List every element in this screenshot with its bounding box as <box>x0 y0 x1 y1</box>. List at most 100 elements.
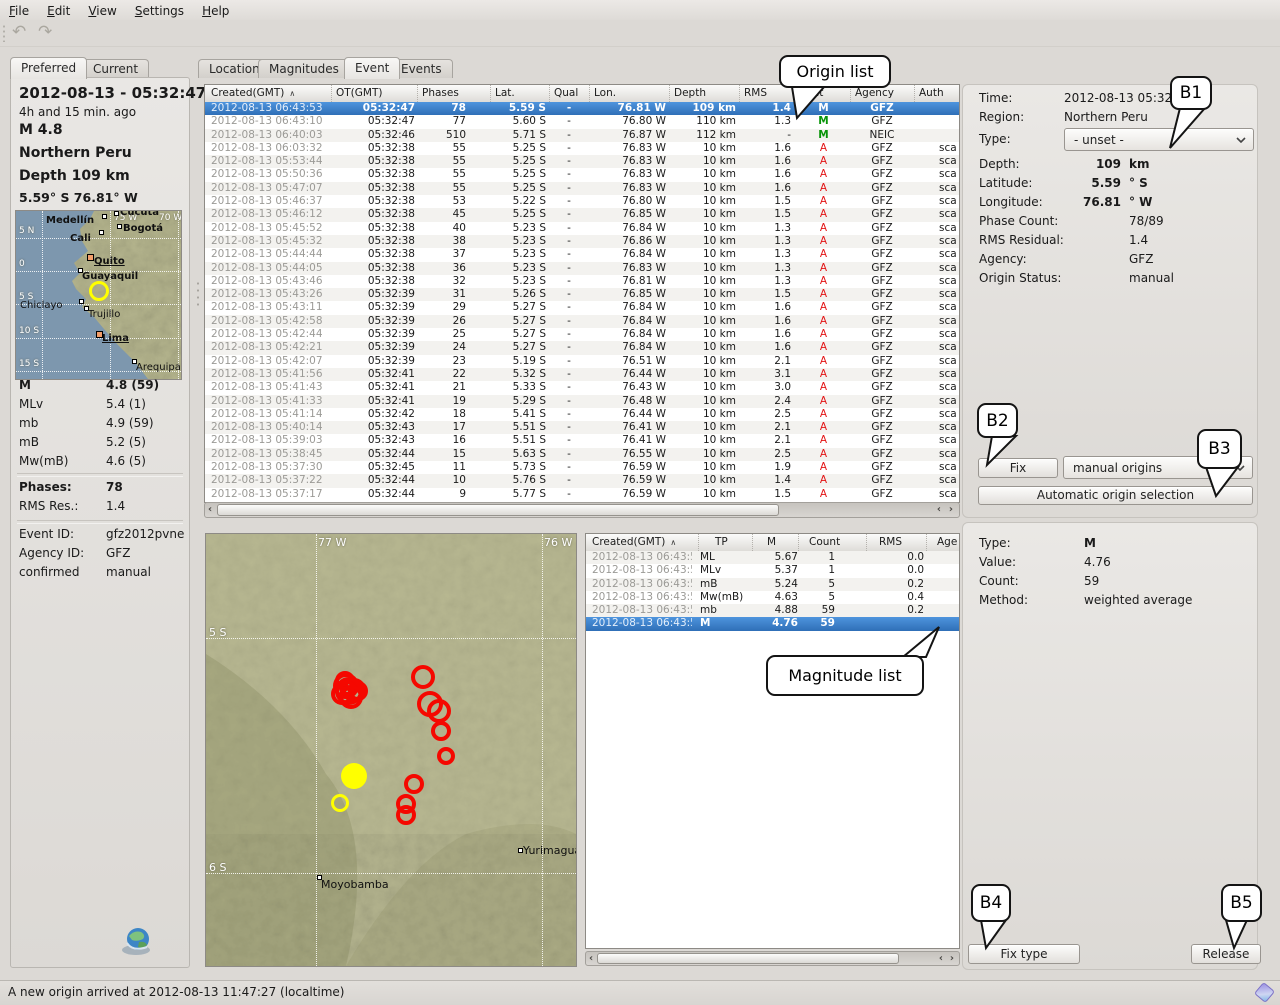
scroll-left-icon[interactable]: ‹ <box>208 505 212 515</box>
scroll-left-icon[interactable]: ‹ <box>939 954 943 964</box>
undo-icon[interactable]: ↶ <box>12 22 26 42</box>
column-header-tp[interactable]: TP <box>698 534 752 551</box>
scroll-right-icon[interactable]: › <box>950 954 954 964</box>
origin-row[interactable]: 2012-08-13 05:45:3205:32:38385.23 S-76.8… <box>205 235 959 248</box>
column-header-depth[interactable]: Depth <box>669 85 739 102</box>
callout-origin-list: Origin list <box>779 55 891 88</box>
tab-event[interactable]: Event <box>344 57 400 79</box>
splitter-handle[interactable] <box>196 280 200 310</box>
origin-row[interactable]: 2012-08-13 05:44:4405:32:38375.23 S-76.8… <box>205 248 959 261</box>
origin-row[interactable]: 2012-08-13 05:38:4505:32:44155.63 S-76.5… <box>205 448 959 461</box>
origin-row[interactable]: 2012-08-13 05:40:1405:32:43175.51 S-76.4… <box>205 421 959 434</box>
origin-row[interactable]: 2012-08-13 05:50:3605:32:38555.25 S-76.8… <box>205 168 959 181</box>
mag-value-label: Value: <box>979 555 1016 569</box>
lon-label: 76 W <box>544 536 572 549</box>
origin-row[interactable]: 2012-08-13 05:39:0305:32:43165.51 S-76.4… <box>205 434 959 447</box>
event-magnitude: M 4.8 <box>19 122 63 138</box>
scroll-right-icon[interactable]: › <box>949 505 953 515</box>
column-header-qual[interactable]: Qual <box>549 85 589 102</box>
magnitude-hscrollbar[interactable]: ‹ ‹ › <box>585 951 960 966</box>
depth-value: 109 <box>1064 157 1121 171</box>
longitude-unit: ° W <box>1129 195 1152 209</box>
origin-row[interactable]: 2012-08-13 05:37:2205:32:44105.76 S-76.5… <box>205 474 959 487</box>
city-marker <box>114 211 119 216</box>
mag-method-label: Method: <box>979 593 1028 607</box>
tab-preferred[interactable]: Preferred <box>10 57 87 79</box>
origin-row[interactable]: 2012-08-13 05:42:2105:32:39245.27 S-76.8… <box>205 341 959 354</box>
origin-row[interactable]: 2012-08-13 05:46:1205:32:38455.25 S-76.8… <box>205 208 959 221</box>
magnitude-row[interactable]: 2012-08-13 06:43:59ML5.6710.0 <box>586 551 959 564</box>
type-dropdown-value: - unset - <box>1074 133 1124 147</box>
column-header-count[interactable]: Count <box>798 534 866 551</box>
origin-row[interactable]: 2012-08-13 05:41:1405:32:42185.41 S-76.4… <box>205 408 959 421</box>
menu-edit[interactable]: Edit <box>38 2 79 20</box>
magnitude-table-header[interactable]: Created(GMT)∧TPMCountRMSAge <box>586 534 959 552</box>
origin-row[interactable]: 2012-08-13 05:37:1705:32:4495.77 S-76.59… <box>205 488 959 501</box>
origin-hscrollbar[interactable]: ‹ ‹ › <box>204 502 960 518</box>
origin-row[interactable]: 2012-08-13 05:43:4605:32:38325.23 S-76.8… <box>205 275 959 288</box>
scroll-left-icon[interactable]: ‹ <box>589 954 593 964</box>
scrollbar-thumb[interactable] <box>217 504 779 516</box>
origin-row[interactable]: 2012-08-13 05:46:3705:32:38535.22 S-76.8… <box>205 195 959 208</box>
origin-row[interactable]: 2012-08-13 05:37:3005:32:45115.73 S-76.5… <box>205 461 959 474</box>
grid-line <box>16 338 181 339</box>
scroll-left-icon[interactable]: ‹ <box>937 505 941 515</box>
column-header-createdgmt[interactable]: Created(GMT)∧ <box>586 534 698 551</box>
column-header-age[interactable]: Age <box>926 534 959 551</box>
redo-icon[interactable]: ↷ <box>38 22 52 42</box>
origin-row[interactable]: 2012-08-13 05:42:0705:32:39235.19 S-76.5… <box>205 355 959 368</box>
origin-row[interactable]: 2012-08-13 05:47:0705:32:38555.25 S-76.8… <box>205 182 959 195</box>
magnitude-row[interactable]: 2012-08-13 06:43:59Mw(mB)4.6350.4 <box>586 591 959 604</box>
origin-row[interactable]: 2012-08-13 06:40:0305:32:465105.71 S-76.… <box>205 129 959 142</box>
toolbar-handle[interactable] <box>2 24 6 42</box>
origin-row[interactable]: 2012-08-13 05:41:4305:32:41215.33 S-76.4… <box>205 381 959 394</box>
column-header-auth[interactable]: Auth <box>914 85 959 102</box>
origin-row[interactable]: 2012-08-13 05:42:5805:32:39265.27 S-76.8… <box>205 315 959 328</box>
lon-label: 70 W <box>159 213 182 223</box>
scrollbar-thumb[interactable] <box>597 953 899 964</box>
origin-row[interactable]: 2012-08-13 05:41:5605:32:41225.32 S-76.4… <box>205 368 959 381</box>
origin-row[interactable]: 2012-08-13 05:44:0505:32:38365.23 S-76.8… <box>205 262 959 275</box>
type-dropdown[interactable]: - unset - <box>1064 128 1254 151</box>
magnitude-row[interactable]: 2012-08-13 06:43:59MLv5.3710.0 <box>586 564 959 577</box>
menu-file[interactable]: File <box>0 2 38 20</box>
origin-row[interactable]: 2012-08-13 05:41:3305:32:41195.29 S-76.4… <box>205 395 959 408</box>
city-label: Medellín <box>46 215 94 226</box>
origin-row[interactable]: 2012-08-13 05:43:1105:32:39295.27 S-76.8… <box>205 301 959 314</box>
eventid-label: Event ID: <box>19 527 74 541</box>
origin-row[interactable]: 2012-08-13 05:43:2605:32:39315.26 S-76.8… <box>205 288 959 301</box>
latitude-value: 5.59 <box>1064 176 1121 190</box>
magnitude-row[interactable]: 2012-08-13 06:43:59mB5.2450.2 <box>586 578 959 591</box>
mb-value: 5.2 (5) <box>106 435 146 449</box>
magnitude-row[interactable]: 2012-08-13 06:43:59mb4.88590.2 <box>586 604 959 617</box>
column-header-lat[interactable]: Lat. <box>490 85 549 102</box>
magnitude-row[interactable]: 2012-08-13 06:43:59M4.7659 <box>586 617 959 630</box>
origin-row[interactable]: 2012-08-13 06:43:1005:32:47775.60 S-76.8… <box>205 115 959 128</box>
latitude-unit: ° S <box>1129 176 1148 190</box>
city-label: Guayaquil <box>82 271 138 282</box>
fix-type-button[interactable]: Fix type <box>968 944 1080 964</box>
origin-row[interactable]: 2012-08-13 05:42:4405:32:39255.27 S-76.8… <box>205 328 959 341</box>
column-header-rms[interactable]: RMS <box>866 534 926 551</box>
origin-row[interactable]: 2012-08-13 05:53:4405:32:38555.25 S-76.8… <box>205 155 959 168</box>
tab-magnitudes[interactable]: Magnitudes <box>258 59 350 78</box>
column-header-phases[interactable]: Phases <box>417 85 490 102</box>
column-header-createdgmt[interactable]: Created(GMT)∧ <box>205 85 331 102</box>
city-marker <box>102 214 107 219</box>
column-header-otgmt[interactable]: OT(GMT) <box>331 85 417 102</box>
column-header-m[interactable]: M <box>752 534 798 551</box>
menu-settings[interactable]: Settings <box>126 2 193 20</box>
tab-current[interactable]: Current <box>82 59 149 78</box>
fix-button[interactable]: Fix <box>978 458 1058 478</box>
menu-help[interactable]: Help <box>193 2 238 20</box>
column-header-lon[interactable]: Lon. <box>589 85 669 102</box>
epicenter-map[interactable]: 5 S6 S77 W76 WYurimaguasMoyobamba <box>205 533 577 967</box>
origin-row[interactable]: 2012-08-13 05:45:5205:32:38405.23 S-76.8… <box>205 222 959 235</box>
menu-view[interactable]: View <box>79 2 125 20</box>
origin-row[interactable]: 2012-08-13 06:43:5305:32:47785.59 S-76.8… <box>205 102 959 115</box>
automatic-origin-selection-button[interactable]: Automatic origin selection <box>978 486 1253 505</box>
overview-map[interactable]: 5 N05 S10 S15 S75 W70 WCúcutaMedellínBog… <box>15 210 182 380</box>
origin-row[interactable]: 2012-08-13 06:03:3205:32:38555.25 S-76.8… <box>205 142 959 155</box>
release-button[interactable]: Release <box>1191 944 1261 964</box>
event-depth: Depth 109 km <box>19 168 130 184</box>
